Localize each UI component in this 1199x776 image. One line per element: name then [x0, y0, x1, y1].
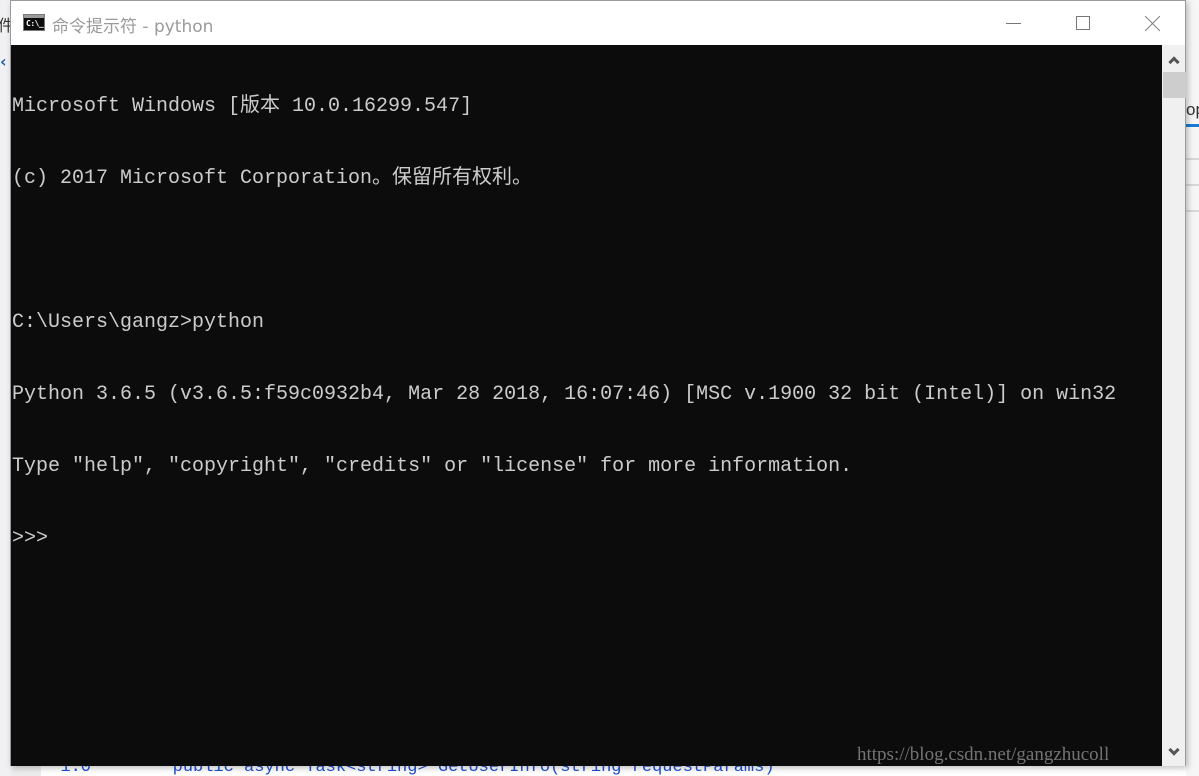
scrollbar-thumb[interactable] — [1163, 72, 1186, 98]
console-line: (c) 2017 Microsoft Corporation。保留所有权利。 — [12, 167, 533, 190]
close-icon — [1145, 15, 1161, 31]
background-right-tab-underline — [1186, 124, 1199, 127]
console-line: Microsoft Windows [版本 10.0.16299.547] — [12, 95, 473, 118]
console-line: Type "help", "copyright", "credits" or "… — [12, 455, 853, 478]
minimize-button[interactable] — [978, 1, 1048, 45]
console-line: Python 3.6.5 (v3.6.5:f59c0932b4, Mar 28 … — [12, 383, 1117, 406]
background-divider — [1186, 184, 1199, 186]
background-right-tab-text: op — [1186, 100, 1199, 119]
vertical-scrollbar[interactable] — [1162, 45, 1186, 766]
close-button[interactable] — [1118, 1, 1188, 45]
console-prompt[interactable]: >>> — [12, 527, 1116, 551]
scroll-down-button[interactable] — [1162, 740, 1185, 764]
window-title: 命令提示符 - python — [52, 17, 214, 37]
cmd-icon-label: C:\_ — [26, 19, 44, 28]
maximize-button[interactable] — [1048, 1, 1118, 45]
console-output[interactable]: Microsoft Windows [版本 10.0.16299.547] (c… — [11, 45, 1162, 766]
chevron-left-icon: ‹ — [0, 52, 7, 71]
minimize-icon — [1005, 22, 1021, 24]
title-bar[interactable]: C:\_ 命令提示符 - python — [11, 1, 1185, 45]
background-divider — [1186, 210, 1199, 212]
command-prompt-window[interactable]: C:\_ 命令提示符 - python Microsoft Windows [版… — [10, 0, 1186, 766]
scroll-up-button[interactable] — [1162, 47, 1185, 71]
maximize-icon — [1076, 16, 1090, 30]
background-divider — [1186, 158, 1199, 160]
chevron-up-icon — [1167, 55, 1180, 68]
console-text: Microsoft Windows [版本 10.0.16299.547] (c… — [12, 47, 1116, 599]
cmd-icon: C:\_ — [23, 14, 45, 31]
console-line: C:\Users\gangz>python — [12, 311, 265, 334]
chevron-down-icon — [1167, 743, 1180, 756]
